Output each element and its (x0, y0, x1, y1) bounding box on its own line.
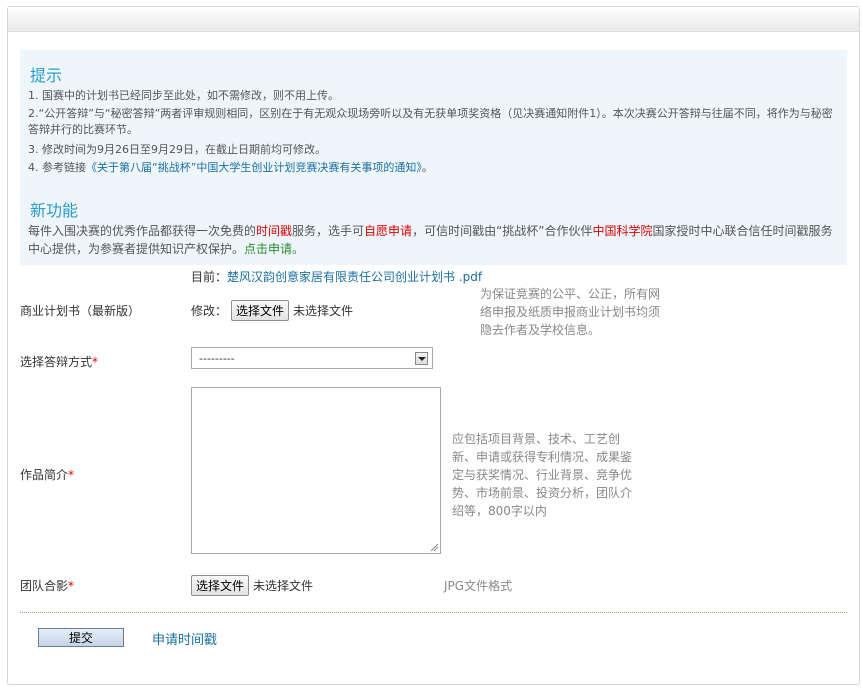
photo-no-file-text: 未选择文件 (253, 579, 314, 593)
apply-link[interactable]: 点击申请。 (244, 242, 304, 256)
intro-textarea[interactable] (191, 387, 441, 554)
required-mark: * (68, 579, 75, 593)
photo-choose-file-button[interactable]: 选择文件 (191, 575, 250, 596)
plan-hint: 为保证竞赛的公平、公正，所有网络申报及纸质申报商业计划书均须隐去作者及学校信息。 (480, 287, 661, 337)
top-bar (8, 7, 859, 32)
plan-choose-file-button[interactable]: 选择文件 (231, 300, 290, 321)
current-file-link[interactable]: 楚风汉韵创意家居有限责任公司创业计划书 .pdf (227, 270, 482, 284)
photo-upload: 选择文件 未选择文件 (191, 575, 313, 596)
current-prefix: 目前： (191, 270, 228, 284)
new-feature-text: 每件入围决赛的优秀作品都获得一次免费的时间戳服务，选手可自愿申请，可信时间戳由“… (28, 222, 840, 258)
tip-item-2: 2.“公开答辩”与“秘密答辩”两者评审规则相同，区别在于有无观众现场旁听以及有无… (28, 107, 833, 136)
nf-red-cas: 中国科学院 (592, 224, 653, 238)
tips-panel: 提示 1. 国赛中的计划书已经同步至此处，如不需修改，则不用上传。 2.“公开答… (20, 50, 847, 265)
photo-label-text: 团队合影 (20, 579, 69, 593)
nf-text-2: 服务，选手可 (292, 224, 365, 238)
defense-label-text: 选择答辩方式 (20, 355, 93, 369)
intro-label-text: 作品简介 (20, 468, 69, 482)
required-mark: * (92, 355, 99, 369)
tips-title: 提示 (30, 66, 63, 85)
submit-button[interactable]: 提交 (38, 628, 124, 647)
resize-handle-icon[interactable] (430, 543, 439, 552)
plan-upload: 修改： 选择文件 未选择文件 (191, 300, 353, 321)
required-mark: * (68, 468, 75, 482)
defense-selected-value: --------- (199, 352, 235, 365)
nf-red-timestamp: 时间戳 (256, 224, 293, 238)
divider (20, 612, 847, 613)
nf-red-voluntary: 自愿申请 (364, 224, 413, 238)
plan-label: 商业计划书（最新版） (20, 304, 141, 318)
apply-timestamp-link[interactable]: 申请时间戳 (152, 629, 217, 648)
photo-hint: JPG文件格式 (444, 579, 513, 593)
tip-item-1: 1. 国赛中的计划书已经同步至此处，如不需修改，则不用上传。 (28, 89, 339, 102)
tip-item-3: 3. 修改时间为9月26日至9月29日，在截止日期前均可修改。 (28, 143, 326, 156)
defense-label: 选择答辩方式* (20, 353, 98, 370)
chevron-down-icon[interactable] (415, 352, 428, 365)
notice-link[interactable]: 《关于第八届“挑战杯”中国大学生创业计划竞赛决赛有关事项的通知》 (86, 161, 422, 174)
intro-label: 作品简介* (20, 466, 74, 483)
nf-text-1: 每件入围决赛的优秀作品都获得一次免费的 (28, 224, 257, 238)
new-feature-title: 新功能 (30, 201, 79, 220)
defense-select[interactable]: --------- (191, 347, 433, 369)
photo-label: 团队合影* (20, 577, 74, 594)
intro-hint: 应包括项目背景、技术、工艺创新、申请或获得专利情况、成果鉴定与获奖情况、行业背景… (452, 432, 633, 518)
current-plan: 目前：楚风汉韵创意家居有限责任公司创业计划书 .pdf (191, 268, 482, 285)
plan-no-file-text: 未选择文件 (293, 304, 354, 318)
nf-text-3: ，可信时间戳由“挑战杯”合作伙伴 (412, 224, 593, 238)
tip-item-4-suffix: 。 (421, 161, 433, 174)
tip-item-4-prefix: 4. 参考链接 (28, 161, 86, 174)
modify-label: 修改： (191, 304, 228, 318)
tip-item-4: 4. 参考链接《关于第八届“挑战杯”中国大学生创业计划竞赛决赛有关事项的通知》。 (28, 160, 840, 176)
